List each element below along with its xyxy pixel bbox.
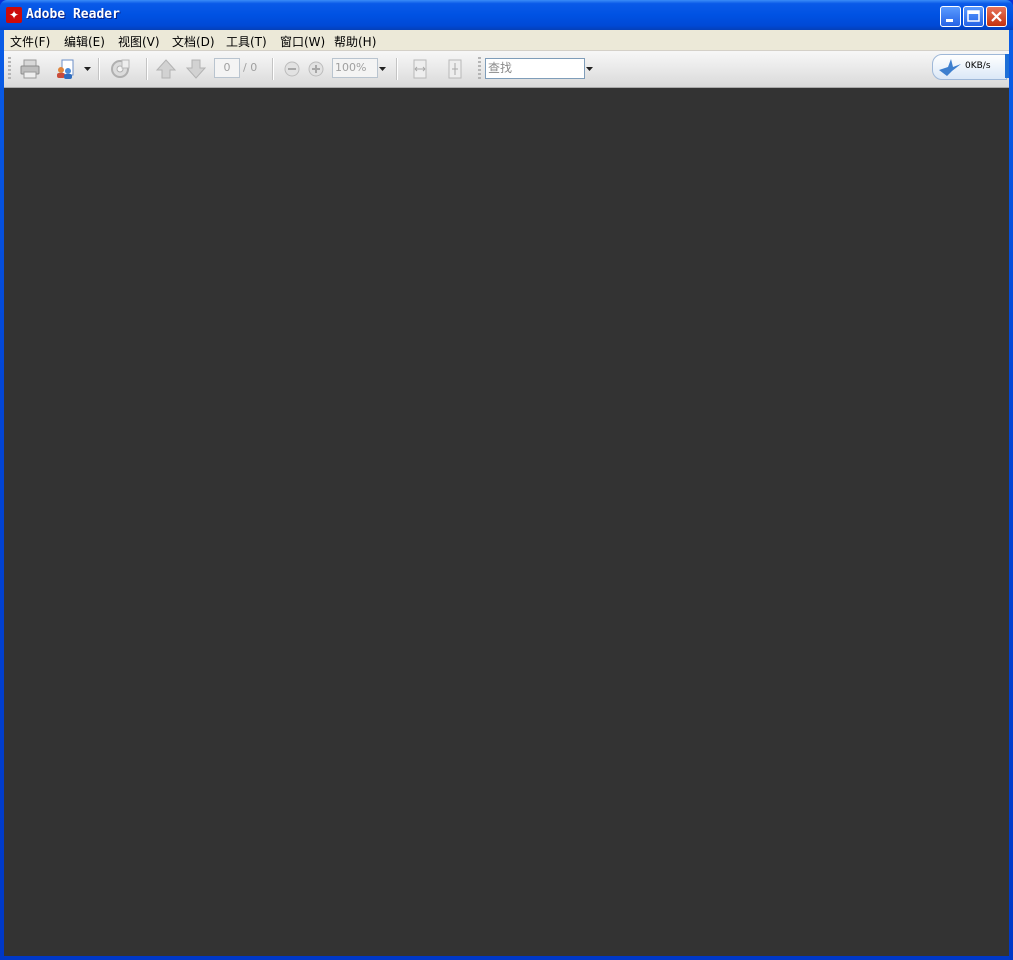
network-speed-value: 0KB/s	[965, 61, 991, 71]
maximize-button[interactable]	[963, 6, 984, 27]
bird-icon	[939, 59, 961, 76]
page-total: / 0	[243, 61, 258, 74]
people-document-icon	[57, 59, 74, 79]
window-title: Adobe Reader	[26, 7, 120, 22]
menu-edit[interactable]: 编辑(E)	[64, 33, 105, 50]
fit-width-button[interactable]	[408, 57, 432, 81]
close-icon	[991, 11, 1002, 22]
document-view[interactable]	[4, 88, 1009, 956]
menu-tools[interactable]: 工具(T)	[226, 33, 267, 50]
chevron-down-icon[interactable]	[83, 65, 92, 73]
chevron-down-icon[interactable]	[378, 65, 387, 73]
menu-window[interactable]: 窗口(W)	[280, 33, 325, 50]
network-speed-tab[interactable]	[1005, 54, 1009, 78]
chevron-down-icon[interactable]	[585, 65, 594, 73]
find-input[interactable]: 查找	[485, 58, 585, 79]
client-area: 文件(F) 编辑(E) 视图(V) 文档(D) 工具(T) 窗口(W) 帮助(H…	[4, 30, 1009, 956]
toolbar: 0 / 0 100% 查找 0KB/s	[4, 51, 1009, 88]
printer-icon	[20, 59, 40, 79]
menu-bar: 文件(F) 编辑(E) 视图(V) 文档(D) 工具(T) 窗口(W) 帮助(H…	[4, 30, 1009, 51]
menu-view[interactable]: 视图(V)	[118, 33, 160, 50]
print-button[interactable]	[18, 57, 42, 81]
maximize-icon	[967, 10, 980, 22]
previous-page-button[interactable]	[154, 57, 178, 81]
fit-page-button[interactable]	[443, 57, 467, 81]
next-page-button[interactable]	[184, 57, 208, 81]
toolbar-separator	[396, 58, 397, 80]
minimize-button[interactable]	[940, 6, 961, 27]
toolbar-separator	[272, 58, 273, 80]
arrow-down-icon	[185, 59, 207, 79]
menu-help[interactable]: 帮助(H)	[334, 33, 376, 50]
adobe-pdf-icon[interactable]: ✦	[6, 7, 22, 23]
menu-file[interactable]: 文件(F)	[10, 33, 50, 50]
gear-document-icon	[111, 59, 130, 78]
zoom-out-icon	[284, 61, 300, 77]
arrow-up-icon	[155, 59, 177, 79]
zoom-level-input[interactable]: 100%	[332, 58, 378, 78]
toolbar-grip[interactable]	[8, 57, 11, 81]
fit-width-icon	[413, 59, 427, 79]
zoom-in-button[interactable]	[304, 57, 328, 81]
application-window: ✦ Adobe Reader 文件(F) 编辑(E) 视图(V) 文档(D) 工…	[0, 0, 1013, 960]
toolbar-separator	[98, 58, 99, 80]
fit-page-icon	[448, 59, 462, 79]
close-button[interactable]	[986, 6, 1007, 27]
share-button[interactable]	[108, 57, 132, 81]
minimize-icon	[946, 19, 953, 22]
title-bar[interactable]: ✦ Adobe Reader	[0, 0, 1013, 30]
toolbar-grip[interactable]	[478, 57, 481, 81]
menu-document[interactable]: 文档(D)	[172, 33, 215, 50]
zoom-in-icon	[308, 61, 324, 77]
network-speed-widget[interactable]: 0KB/s	[932, 54, 1007, 80]
page-number-input[interactable]: 0	[214, 58, 240, 78]
collaborate-button[interactable]	[54, 57, 78, 81]
zoom-out-button[interactable]	[280, 57, 304, 81]
toolbar-separator	[146, 58, 147, 80]
